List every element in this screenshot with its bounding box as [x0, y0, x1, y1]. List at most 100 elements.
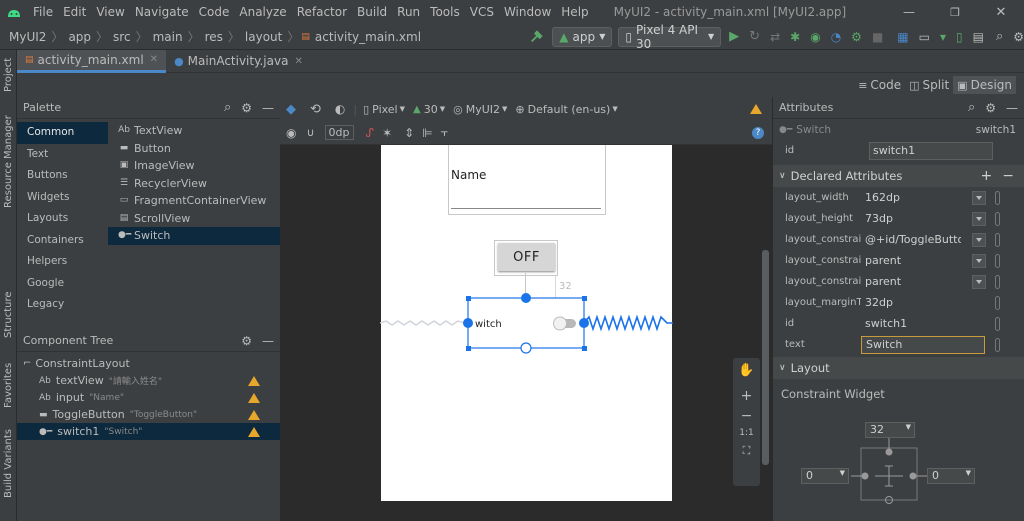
breadcrumb-item[interactable]: main: [150, 30, 186, 44]
attribute-dropdown[interactable]: [972, 253, 986, 268]
attribute-value[interactable]: 73dp: [861, 212, 961, 225]
attribute-dropdown[interactable]: [972, 190, 986, 205]
add-attribute-icon[interactable]: +: [981, 168, 993, 184]
remove-attribute-icon[interactable]: −: [1002, 168, 1014, 184]
eye-icon[interactable]: ◉: [286, 126, 296, 140]
profiler-gauge-icon[interactable]: ◔: [831, 30, 841, 44]
attribute-dropdown[interactable]: [972, 274, 986, 289]
breadcrumb-item[interactable]: MyUI2: [6, 30, 49, 44]
device-manager-icon[interactable]: ▭: [919, 30, 930, 44]
tree-node-input[interactable]: Ab input "Name": [17, 389, 280, 406]
magnet-icon[interactable]: ∪: [306, 126, 314, 139]
attribute-value[interactable]: 32dp: [861, 296, 961, 309]
gear-icon[interactable]: ⚙: [241, 101, 252, 115]
layout-inspector-icon[interactable]: ▤: [973, 30, 984, 44]
warning-icon[interactable]: [750, 104, 762, 114]
attribute-value[interactable]: parent: [861, 254, 961, 267]
resource-picker-icon[interactable]: [995, 295, 1000, 310]
input-edittext[interactable]: Name: [451, 165, 601, 209]
attribute-dropdown[interactable]: [972, 232, 986, 247]
resource-manager-tool-tab[interactable]: Resource Manager: [3, 115, 14, 208]
avd-manager-icon[interactable]: ▯: [956, 30, 963, 44]
close-tab-icon[interactable]: ✕: [294, 56, 302, 67]
api-select[interactable]: 30: [424, 103, 438, 116]
maximize-button[interactable]: ❐: [932, 6, 978, 19]
pan-icon[interactable]: ✋: [733, 363, 760, 378]
close-tab-icon[interactable]: ✕: [150, 54, 158, 65]
warning-icon[interactable]: [248, 392, 260, 403]
attribute-dropdown[interactable]: [972, 211, 986, 226]
gear-icon[interactable]: ⚙: [241, 334, 252, 348]
palette-category-text[interactable]: Text: [17, 144, 108, 166]
design-view-button[interactable]: Design: [971, 78, 1012, 92]
palette-widget-recyclerview[interactable]: ☰ RecyclerView: [108, 175, 280, 193]
pack-icon[interactable]: ⇕: [404, 126, 414, 140]
zoom-fit-icon[interactable]: ⛶: [733, 444, 760, 458]
id-field[interactable]: switch1: [869, 141, 993, 160]
layout-section[interactable]: ∨ Layout: [773, 357, 1024, 379]
menu-window[interactable]: Window: [499, 5, 556, 19]
warning-icon[interactable]: [248, 409, 260, 420]
resource-picker-icon[interactable]: [995, 274, 1000, 289]
tree-node-switch1[interactable]: ●━ switch1 "Switch": [17, 423, 280, 440]
hammer-icon[interactable]: [529, 29, 543, 45]
tree-node-root[interactable]: ⌐ ConstraintLayout: [17, 355, 280, 372]
build-variants-tool-tab[interactable]: Build Variants: [3, 429, 14, 498]
device-select[interactable]: Pixel: [372, 103, 397, 116]
settings-icon[interactable]: ⚙: [1013, 30, 1024, 44]
sdk-manager-icon[interactable]: ▾: [940, 30, 946, 44]
palette-widget-button[interactable]: ▬ Button: [108, 140, 280, 158]
menu-navigate[interactable]: Navigate: [130, 5, 194, 19]
gear-icon[interactable]: ⚙: [985, 101, 996, 115]
infer-constraints-icon[interactable]: ✶: [382, 126, 392, 140]
canvas-scrollbar[interactable]: [762, 250, 769, 465]
palette-category-buttons[interactable]: Buttons: [17, 165, 108, 187]
rerun-icon[interactable]: ↻: [749, 29, 760, 44]
palette-category-google[interactable]: Google: [17, 273, 108, 295]
palette-category-layouts[interactable]: Layouts: [17, 208, 108, 230]
close-button[interactable]: ✕: [978, 5, 1024, 20]
hide-panel-icon[interactable]: —: [1006, 101, 1018, 115]
menu-vcs[interactable]: VCS: [465, 5, 499, 19]
device-select[interactable]: ▯ Pixel 4 API 30 ▼: [618, 23, 722, 51]
resource-picker-icon[interactable]: [995, 253, 1000, 268]
palette-category-legacy[interactable]: Legacy: [17, 294, 108, 316]
menu-tools[interactable]: Tools: [425, 5, 465, 19]
align-icon[interactable]: ⊫: [422, 126, 432, 140]
guidelines-icon[interactable]: ⫟: [441, 125, 448, 140]
breadcrumb-item[interactable]: res: [202, 30, 226, 44]
code-view-button[interactable]: Code: [870, 78, 901, 92]
apply-changes-icon[interactable]: ⇄: [770, 30, 780, 44]
attribute-value[interactable]: Switch: [861, 335, 985, 354]
search-icon[interactable]: ⌕: [968, 100, 975, 115]
orientation-icon[interactable]: ⟲: [310, 102, 321, 117]
layers-icon[interactable]: ◆: [286, 102, 296, 117]
menu-code[interactable]: Code: [194, 5, 235, 19]
menu-edit[interactable]: Edit: [58, 5, 91, 19]
declared-attributes-section[interactable]: ∨ Declared Attributes + −: [773, 165, 1024, 187]
design-view-button-wrap[interactable]: ▣ Design: [953, 76, 1016, 94]
profile-icon[interactable]: ◉: [810, 30, 820, 44]
attribute-value[interactable]: parent: [861, 275, 961, 288]
minimize-button[interactable]: —: [886, 5, 932, 19]
search-icon[interactable]: ⌕: [224, 100, 231, 115]
menu-build[interactable]: Build: [352, 5, 392, 19]
attribute-value[interactable]: switch1: [861, 317, 961, 330]
night-mode-icon[interactable]: ◐: [335, 102, 345, 116]
palette-widget-switch[interactable]: ●━ Switch: [108, 227, 280, 245]
breadcrumb-item[interactable]: app: [65, 30, 94, 44]
palette-widget-fragmentcontainerview[interactable]: ▭ FragmentContainerView: [108, 192, 280, 210]
tree-node-togglebutton[interactable]: ▬ ToggleButton "ToggleButton": [17, 406, 280, 423]
search-icon[interactable]: ⌕: [996, 29, 1003, 44]
split-view-button[interactable]: Split: [923, 78, 950, 92]
palette-widget-textview[interactable]: Ab TextView: [108, 122, 280, 140]
locale-select[interactable]: Default (en-us): [528, 103, 611, 116]
menu-analyze[interactable]: Analyze: [234, 5, 291, 19]
stop-icon[interactable]: ■: [872, 30, 883, 44]
resource-picker-icon[interactable]: [995, 232, 1000, 247]
resource-picker-icon[interactable]: [995, 190, 1000, 205]
default-margin-field[interactable]: 0dp: [324, 125, 354, 140]
menu-refactor[interactable]: Refactor: [292, 5, 352, 19]
palette-category-containers[interactable]: Containers: [17, 230, 108, 252]
sync-icon[interactable]: ▦: [897, 30, 908, 44]
